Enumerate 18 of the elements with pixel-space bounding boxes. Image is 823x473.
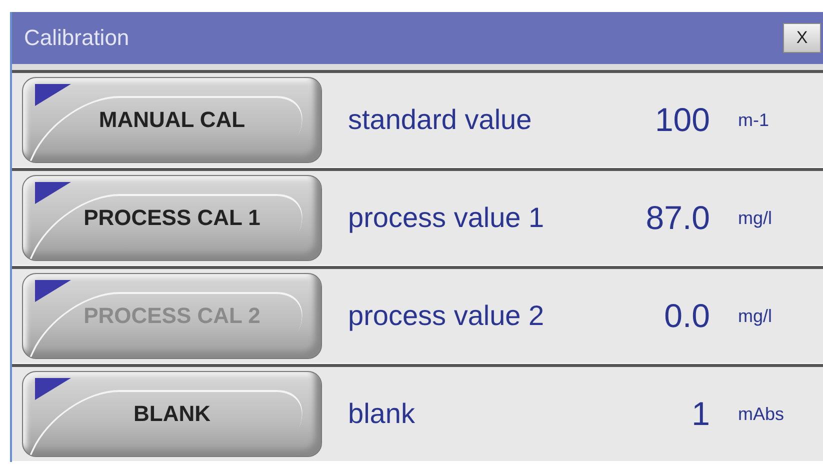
triangle-icon [35,280,71,302]
triangle-icon [35,84,71,106]
window-title: Calibration [24,25,130,51]
triangle-icon [35,378,71,400]
parameter-value: 87.0 [644,199,710,237]
triangle-icon [35,182,71,204]
parameter-label: process value 2 [348,300,546,332]
parameter-label: process value 1 [348,202,546,234]
parameter-label: standard value [348,104,533,136]
parameter-value: 100 [654,101,710,139]
unit-label: m-1 [738,110,769,130]
parameter-value: 1 [690,395,710,433]
parameter-label: blank [348,398,416,430]
parameter-value: 0.0 [663,297,710,335]
unit-label: mg/l [738,306,772,326]
unit-label: mAbs [738,404,784,424]
close-button[interactable]: X [783,23,821,53]
unit-label: mg/l [738,208,772,228]
